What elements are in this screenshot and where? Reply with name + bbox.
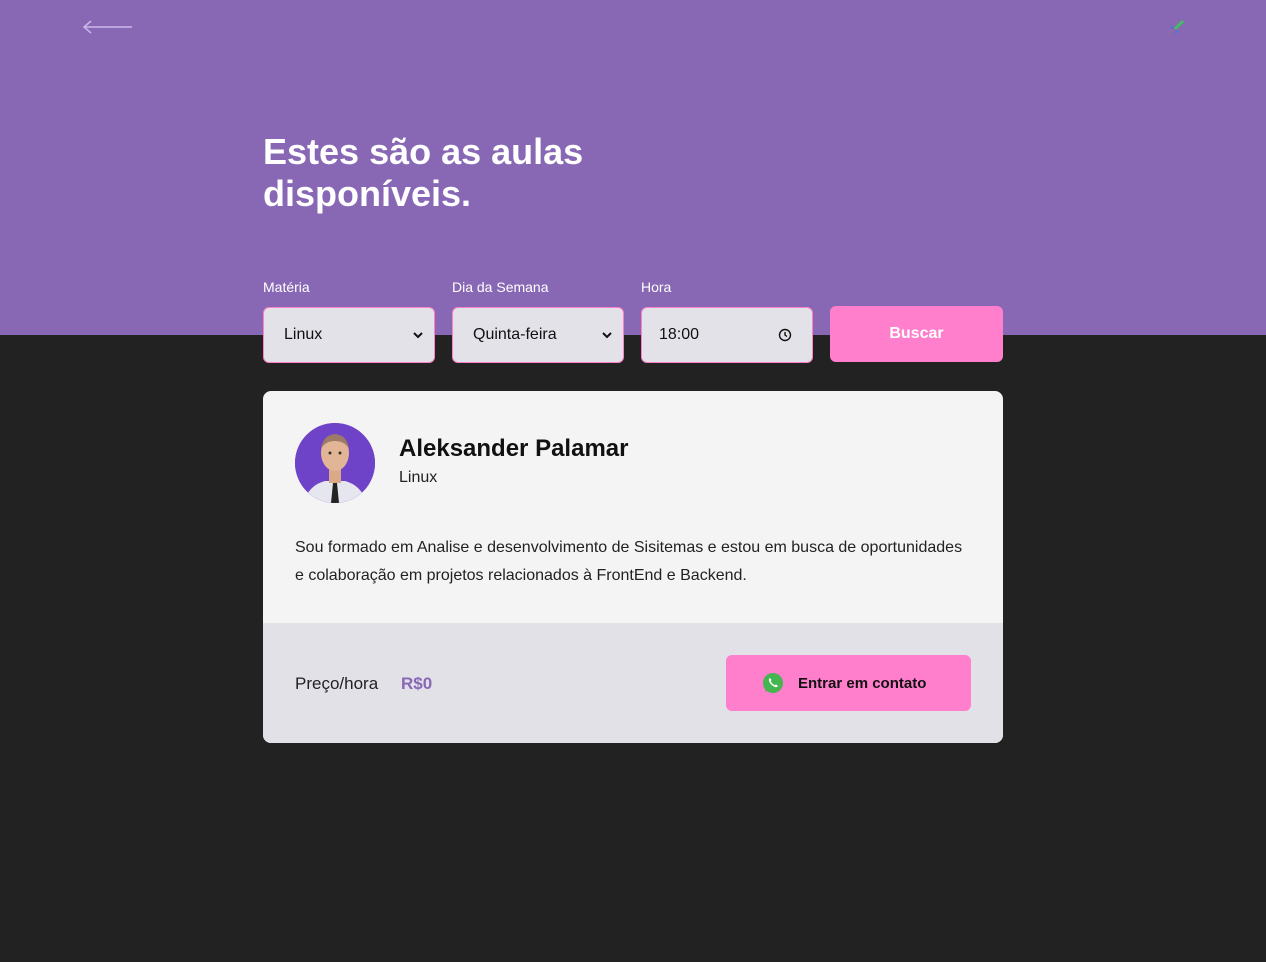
back-button[interactable] (80, 14, 136, 40)
page-title: Estes são as aulas disponíveis. (263, 131, 584, 214)
price-label: Preço/hora (295, 674, 379, 693)
price-value: R$0 (401, 674, 433, 693)
whatsapp-icon (763, 673, 783, 693)
page-header: Estes são as aulas disponíveis. Matéria … (0, 0, 1266, 335)
teacher-subject: Linux (399, 469, 438, 486)
teacher-bio: Sou formado em Analise e desenvolvimento… (295, 539, 963, 584)
subject-label: Matéria (263, 279, 310, 295)
contact-button[interactable]: Entrar em contato (726, 655, 971, 711)
chevron-down-icon (602, 332, 612, 339)
time-input-value: 18:00 (659, 326, 700, 343)
weekday-select[interactable]: Quinta-feira (452, 307, 624, 363)
weekday-label: Dia da Semana (452, 279, 549, 295)
subject-select-value: Linux (284, 326, 323, 343)
weekday-select-value: Quinta-feira (473, 326, 557, 343)
search-button[interactable]: Buscar (830, 306, 1003, 362)
card-footer: Preço/hora R$0 Entrar em contato (263, 623, 1003, 743)
time-label: Hora (641, 279, 672, 295)
arrow-left-icon (82, 20, 132, 34)
clock-icon[interactable] (778, 328, 792, 342)
time-input[interactable]: 18:00 (641, 307, 813, 363)
contact-button-label: Entrar em contato (798, 674, 927, 692)
chevron-down-icon (413, 332, 423, 339)
teacher-card: Aleksander Palamar Linux Sou formado em … (263, 391, 1003, 743)
teacher-name: Aleksander Palamar (399, 435, 629, 462)
rocket-icon (1168, 20, 1184, 36)
avatar (295, 423, 375, 503)
subject-select[interactable]: Linux (263, 307, 435, 363)
